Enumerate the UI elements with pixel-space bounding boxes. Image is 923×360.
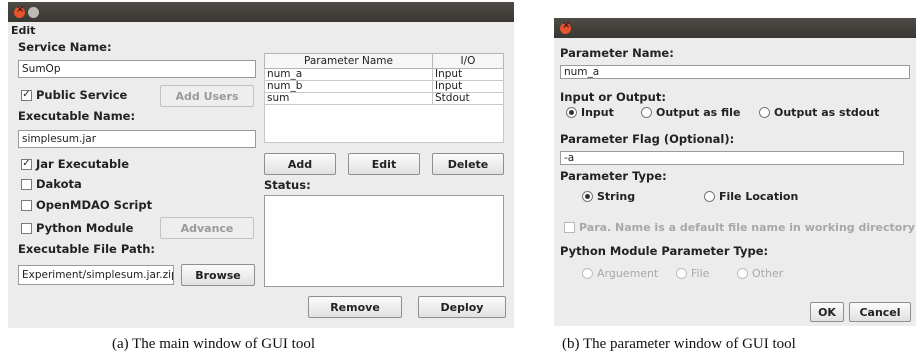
table-row[interactable]: num_a Input [264,68,504,81]
remove-button[interactable]: Remove [308,296,402,318]
dakota-checkbox[interactable]: Dakota [21,177,82,191]
type-radio-file-location[interactable]: File Location [704,190,798,203]
deploy-button[interactable]: Deploy [418,296,506,318]
python-module-checkbox[interactable]: Python Module [21,221,133,235]
parameter-name-cell: num_b [264,80,433,93]
minimize-icon[interactable] [28,7,39,18]
ok-button[interactable]: OK [810,302,844,322]
radio-empty-icon [676,268,687,279]
io-radio-output-stdout[interactable]: Output as stdout [759,106,879,119]
radio-empty-icon [641,107,652,118]
parameter-name-cell: sum [264,92,433,105]
column-header-io[interactable]: I/O [432,53,504,69]
io-cell: Stdout [432,92,504,105]
radio-selected-icon [566,107,577,118]
executable-path-input[interactable]: Experiment/simplesum.jar.zip [18,265,174,285]
openmdao-script-checkbox[interactable]: OpenMDAO Script [21,198,152,212]
parameter-window: Parameter Name: num_a Input or Output: I… [554,18,916,326]
main-titlebar [8,2,514,22]
io-cell: Input [432,68,504,81]
radio-empty-icon [704,191,715,202]
param-titlebar [554,18,916,38]
main-window: Edit Service Name: SumOp ✓ Public Servic… [8,2,514,328]
service-name-input[interactable]: SumOp [18,60,256,78]
browse-button[interactable]: Browse [181,264,255,286]
parameter-name-cell: num_a [264,68,433,81]
table-row[interactable]: num_b Input [264,80,504,93]
executable-name-label: Executable Name: [18,109,136,123]
table-empty-area [264,104,504,143]
io-label: Input or Output: [560,90,666,104]
jar-executable-checkbox[interactable]: ✓ Jar Executable [21,157,129,171]
python-radio-arguement[interactable]: Arguement [582,267,658,280]
radio-empty-icon [737,268,748,279]
parameter-name-label: Parameter Name: [560,46,674,60]
io-radio-output-file[interactable]: Output as file [641,106,740,119]
column-header-parameter-name[interactable]: Parameter Name [264,53,433,69]
menu-edit[interactable]: Edit [11,24,35,37]
add-users-button[interactable]: Add Users [160,85,254,107]
io-radio-input[interactable]: Input [566,106,614,119]
service-name-label: Service Name: [18,40,112,54]
public-service-checkbox[interactable]: ✓ Public Service [21,88,127,102]
caption-parameter-window: (b) The parameter window of GUI tool [562,336,796,352]
python-radio-file[interactable]: File [676,267,709,280]
checkbox-empty-icon [21,199,32,211]
caption-main-window: (a) The main window of GUI tool [112,336,316,352]
table-row[interactable]: sum Stdout [264,92,504,105]
default-file-name-checkbox[interactable]: Para. Name is a default file name in wor… [564,221,915,234]
parameter-flag-label: Parameter Flag (Optional): [560,132,735,146]
parameter-table[interactable]: Parameter Name I/O num_a Input num_b Inp… [264,53,504,143]
checkbox-checked-icon: ✓ [21,89,32,101]
radio-empty-icon [582,268,593,279]
close-icon[interactable] [14,4,25,18]
type-radio-string[interactable]: String [582,190,635,203]
edit-button[interactable]: Edit [348,153,420,175]
radio-selected-icon [582,191,593,202]
checkbox-empty-icon [21,222,32,234]
checkbox-checked-icon: ✓ [21,158,32,170]
parameter-flag-input[interactable]: -a [560,151,904,165]
add-button[interactable]: Add [264,153,336,175]
executable-name-input[interactable]: simplesum.jar [18,130,256,148]
cancel-button[interactable]: Cancel [849,302,911,322]
python-module-type-label: Python Module Parameter Type: [560,244,769,258]
checkbox-empty-icon [21,178,32,190]
status-label: Status: [264,178,311,192]
parameter-type-label: Parameter Type: [560,169,667,183]
delete-button[interactable]: Delete [432,153,504,175]
io-cell: Input [432,80,504,93]
checkbox-empty-icon [564,222,575,233]
close-icon[interactable] [560,20,571,34]
status-area [264,195,504,287]
executable-path-label: Executable File Path: [18,242,156,256]
python-radio-other[interactable]: Other [737,267,783,280]
advance-button[interactable]: Advance [160,217,254,239]
radio-empty-icon [759,107,770,118]
parameter-name-input[interactable]: num_a [560,65,910,79]
